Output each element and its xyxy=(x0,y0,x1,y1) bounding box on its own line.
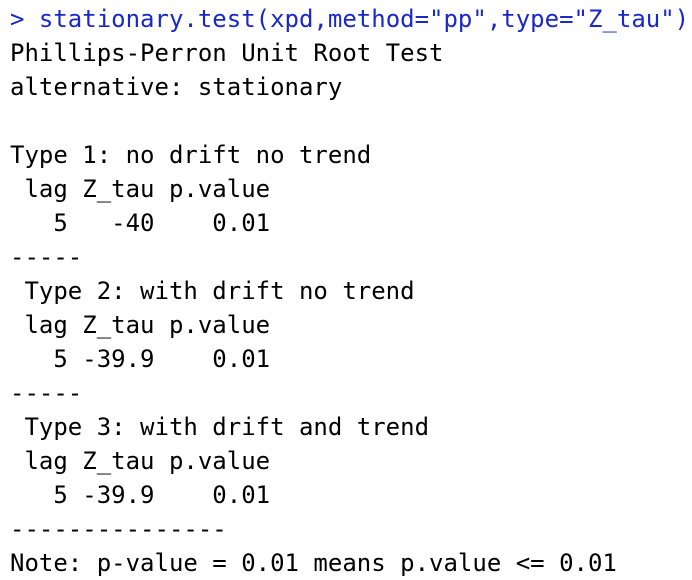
output-line-title: Phillips-Perron Unit Root Test xyxy=(10,39,444,67)
separator: ----- xyxy=(10,243,83,271)
output-line-blank xyxy=(10,104,692,138)
type2-heading: Type 2: with drift no trend xyxy=(10,277,415,305)
type1-table-header: lag Z_tau p.value xyxy=(10,175,271,203)
separator: ----- xyxy=(10,379,83,407)
output-line-alternative: alternative: stationary xyxy=(10,73,343,101)
type3-table-row: 5 -39.9 0.01 xyxy=(10,481,271,509)
r-console-output: > stationary.test(xpd,method="pp",type="… xyxy=(10,2,692,580)
type1-table-row: 5 -40 0.01 xyxy=(10,209,271,237)
separator-long: --------------- xyxy=(10,515,227,543)
command-line: > stationary.test(xpd,method="pp",type="… xyxy=(10,2,692,36)
type3-table-header: lag Z_tau p.value xyxy=(10,447,271,475)
note-line: Note: p-value = 0.01 means p.value <= 0.… xyxy=(10,549,617,577)
command-text: stationary.test(xpd,method="pp",type="Z_… xyxy=(38,5,690,33)
type3-heading: Type 3: with drift and trend xyxy=(10,413,430,441)
type2-table-row: 5 -39.9 0.01 xyxy=(10,345,271,373)
type2-table-header: lag Z_tau p.value xyxy=(10,311,271,339)
prompt-symbol: > xyxy=(10,5,39,33)
type1-heading: Type 1: no drift no trend xyxy=(10,141,372,169)
